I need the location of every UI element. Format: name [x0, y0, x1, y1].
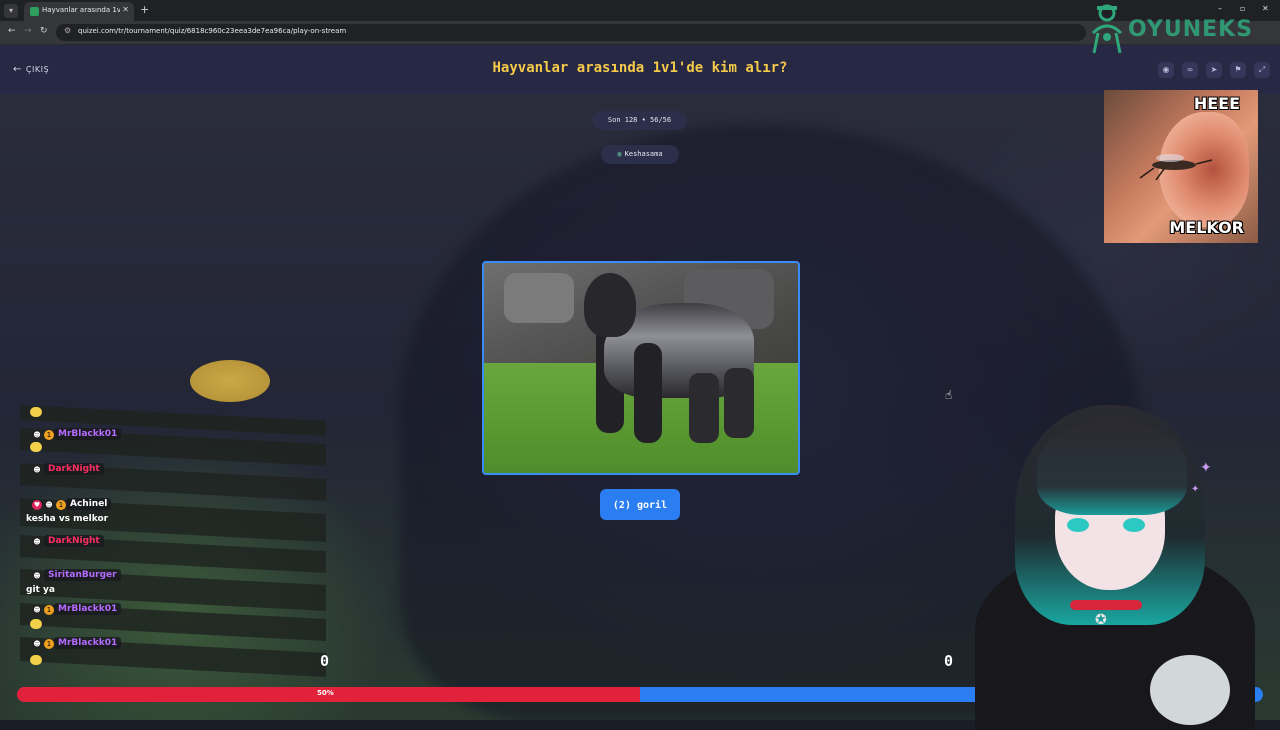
vtuber-avatar: ✪ ✦ ✦ [955, 400, 1280, 730]
eye-left [1067, 518, 1089, 532]
vote-percent-label: 50% [317, 689, 334, 697]
tab-title: Hayvanlar arasında 1v1'de kim [42, 6, 120, 14]
url-field[interactable]: ⚙ quizei.com/tr/tournament/quiz/6818c960… [56, 24, 1086, 41]
eye-icon[interactable]: ◉ [1158, 62, 1174, 78]
badge-icon: 1 [44, 605, 54, 615]
globe-icon: ◍ [617, 150, 622, 158]
badge-icon: ☻ [44, 500, 54, 510]
link-icon[interactable]: ∞ [1182, 62, 1198, 78]
chat-username: MrBlackk01 [54, 428, 122, 440]
hand-cursor-icon: ☝ [945, 388, 953, 402]
mosquito-icon [1139, 154, 1213, 180]
badge-icon: ☻ [32, 430, 42, 440]
round-indicator: Son 128 • 56/56 [592, 111, 687, 130]
chat-username: SiritanBurger [44, 569, 121, 581]
sparkle-icon: ✦ [1200, 460, 1212, 476]
meme-bottom-text: MELKOR [1169, 218, 1244, 237]
choice-button[interactable]: (2) goril [600, 489, 680, 520]
site-info-icon[interactable]: ⚙ [64, 26, 71, 35]
browser-tab[interactable]: Hayvanlar arasında 1v1'de kim ✕ [24, 2, 134, 21]
streamer-pill: ◍ Keshasama [601, 145, 679, 164]
channel-logo: OYUNEKS [1088, 3, 1278, 57]
badge-icon: ☻ [32, 537, 42, 547]
stream-chat: ☻ 1 MrBlackk01 ☻ DarkNight ♥ ☻ 1 Achinel… [20, 395, 330, 680]
badge-icon: ☻ [32, 605, 42, 615]
forward-icon[interactable]: → [24, 26, 32, 36]
badge-icon: ☻ [32, 639, 42, 649]
plush-toy [1150, 655, 1230, 725]
choker [1070, 600, 1142, 610]
fullscreen-icon[interactable]: ⤢ [1254, 62, 1270, 78]
tab-close-icon[interactable]: ✕ [122, 5, 129, 14]
send-icon[interactable]: ➤ [1206, 62, 1222, 78]
tab-search-dropdown-icon[interactable]: ▾ [4, 4, 18, 18]
emote-icon [30, 655, 42, 665]
badge-icon: ☻ [32, 465, 42, 475]
pentagram-icon: ✪ [1095, 612, 1107, 628]
flag-icon[interactable]: ⚑ [1230, 62, 1246, 78]
score-right: 0 [944, 652, 954, 670]
emote-icon [30, 619, 42, 629]
choice-image-card[interactable] [482, 261, 800, 475]
new-tab-icon[interactable]: + [140, 3, 149, 16]
badge-icon: ♥ [32, 500, 42, 510]
chat-text: kesha vs melkor [26, 514, 109, 524]
meme-top-text: HEEE [1193, 94, 1240, 113]
badge-icon: 1 [56, 500, 66, 510]
meme-overlay: HEEE MELKOR [1104, 90, 1258, 243]
score-left: 0 [320, 652, 330, 670]
logo-figure-icon [1091, 4, 1123, 54]
chat-username: MrBlackk01 [54, 603, 122, 615]
chat-username: MrBlackk01 [54, 637, 122, 649]
sparkle-icon: ✦ [1191, 484, 1200, 495]
page-title: Hayvanlar arasında 1v1'de kim alır? [492, 60, 788, 76]
emote-icon [30, 442, 42, 452]
reload-icon[interactable]: ↻ [40, 26, 48, 36]
badge-icon: ☻ [32, 571, 42, 581]
back-icon[interactable]: ← [8, 26, 16, 36]
chat-username: DarkNight [44, 535, 104, 547]
url-text: quizei.com/tr/tournament/quiz/6818c960c2… [78, 27, 347, 35]
streamer-name: Keshasama [624, 150, 663, 158]
badge-icon: 1 [44, 430, 54, 440]
chat-text: git ya [26, 585, 55, 595]
favicon-icon [30, 7, 39, 16]
badge-icon: 1 [44, 639, 54, 649]
chat-username: Achinel [66, 498, 112, 510]
logo-text: OYUNEKS [1128, 17, 1254, 42]
eye-right [1123, 518, 1145, 532]
chat-username: DarkNight [44, 463, 104, 475]
emote-icon [30, 407, 42, 417]
